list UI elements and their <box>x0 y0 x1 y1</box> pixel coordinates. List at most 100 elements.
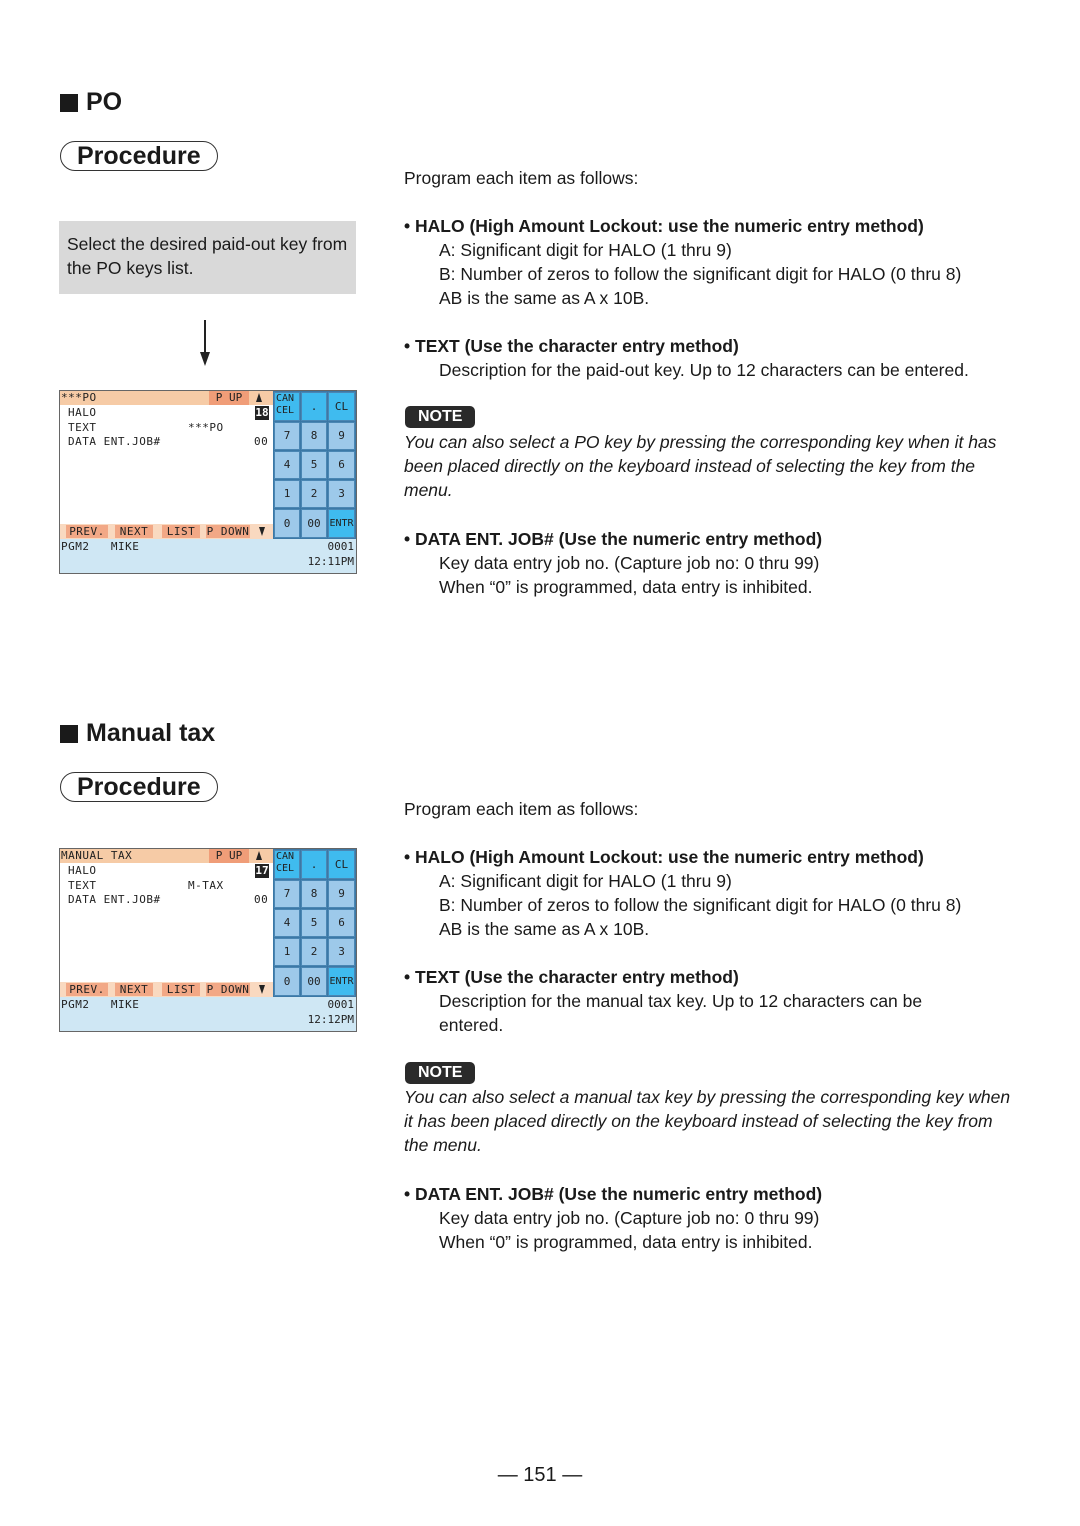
key-8[interactable]: 8 <box>301 880 327 908</box>
key-9[interactable]: 9 <box>328 880 355 908</box>
key-0[interactable]: 0 <box>274 509 300 538</box>
step-instruction-box: Select the desired paid-out key from the… <box>59 221 356 294</box>
section-title-text: Manual tax <box>86 719 216 747</box>
key-7[interactable]: 7 <box>274 880 300 908</box>
section-title-manual-tax: Manual tax <box>60 719 215 748</box>
item-line: B: Number of zeros to follow the signifi… <box>439 895 962 915</box>
screen-status-bar: PGM2 MIKE 0001 12:12PM <box>60 997 356 1031</box>
item-line: Description for the paid-out key. Up to … <box>439 360 969 380</box>
page-number: — 151 — <box>497 1464 583 1486</box>
item-heading: • HALO (High Amount Lockout: use the num… <box>404 216 924 236</box>
intro-text: Program each item as follows: <box>404 799 639 819</box>
decimal-key[interactable]: . <box>301 392 327 421</box>
section-title-po: PO <box>60 88 122 117</box>
row-label-halo[interactable]: HALO <box>68 406 97 420</box>
prev-button[interactable]: PREV. <box>66 983 108 996</box>
row-value-data-ent-job[interactable]: 00 <box>254 435 268 449</box>
status-mode-clerk: PGM2 MIKE <box>61 998 140 1011</box>
row-label-data-ent-job[interactable]: DATA ENT.JOB# <box>68 893 161 907</box>
status-code: 0001 <box>327 540 355 553</box>
arrow-down-icon <box>200 352 210 366</box>
enter-key[interactable]: ENTR <box>328 967 355 996</box>
decimal-key[interactable]: . <box>301 850 327 879</box>
list-button[interactable]: LIST <box>162 525 200 538</box>
item-heading-text: HALO (High Amount Lockout: use the numer… <box>415 216 924 236</box>
clear-key[interactable]: CL <box>328 392 355 421</box>
page-down-button[interactable]: P DOWN <box>206 983 250 996</box>
row-label-text[interactable]: TEXT <box>68 421 97 435</box>
clear-key[interactable]: CL <box>328 850 355 879</box>
item-heading-text: DATA ENT. JOB# (Use the numeric entry me… <box>415 529 823 549</box>
next-button[interactable]: NEXT <box>115 525 153 538</box>
intro-text: Program each item as follows: <box>404 168 639 188</box>
key-5[interactable]: 5 <box>301 909 327 937</box>
item-line: When “0” is programmed, data entry is in… <box>439 577 813 597</box>
key-3[interactable]: 3 <box>328 938 355 966</box>
row-label-text[interactable]: TEXT <box>68 879 97 893</box>
key-3[interactable]: 3 <box>328 480 355 508</box>
note-text: You can also select a manual tax key by … <box>404 1087 1011 1155</box>
row-value-text[interactable]: M-TAX <box>188 879 224 893</box>
key-0[interactable]: 0 <box>274 967 300 996</box>
page-down-button[interactable]: P DOWN <box>206 525 250 538</box>
item-line: Description for the manual tax key. Up t… <box>439 991 923 1011</box>
note-text: You can also select a PO key by pressing… <box>404 432 997 500</box>
next-button[interactable]: NEXT <box>115 983 153 996</box>
item-heading: • TEXT (Use the character entry method) <box>404 336 739 356</box>
note-badge: NOTE <box>405 406 476 428</box>
screen-bottom-bar: PREV. NEXT LIST P DOWN <box>60 524 273 539</box>
key-5[interactable]: 5 <box>301 451 327 479</box>
page-up-button[interactable]: P UP <box>209 391 249 405</box>
item-line: When “0” is programmed, data entry is in… <box>439 1232 813 1252</box>
row-value-text[interactable]: ***PO <box>188 421 224 435</box>
key-2[interactable]: 2 <box>301 938 327 966</box>
section-square-icon <box>60 724 78 743</box>
cancel-key[interactable]: CAN CEL <box>274 392 300 421</box>
item-line: AB is the same as A x 10B. <box>439 288 650 308</box>
item-heading: • TEXT (Use the character entry method) <box>404 967 739 987</box>
row-label-data-ent-job[interactable]: DATA ENT.JOB# <box>68 435 161 449</box>
item-text: • TEXT (Use the character entry method) … <box>404 965 1044 1037</box>
key-00[interactable]: 00 <box>301 967 327 996</box>
row-label-halo[interactable]: HALO <box>68 864 97 878</box>
row-value-data-ent-job[interactable]: 00 <box>254 893 268 907</box>
key-6[interactable]: 6 <box>328 451 355 479</box>
key-00[interactable]: 00 <box>301 509 327 538</box>
scroll-down-icon[interactable] <box>259 985 265 994</box>
page-up-button[interactable]: P UP <box>209 849 249 863</box>
key-8[interactable]: 8 <box>301 422 327 450</box>
key-1[interactable]: 1 <box>274 938 300 966</box>
flow-arrow-line <box>204 320 206 354</box>
enter-key[interactable]: ENTR <box>328 509 355 538</box>
key-4[interactable]: 4 <box>274 451 300 479</box>
key-2[interactable]: 2 <box>301 480 327 508</box>
key-9[interactable]: 9 <box>328 422 355 450</box>
item-line: entered. <box>439 1015 504 1035</box>
cancel-key[interactable]: CAN CEL <box>274 850 300 879</box>
key-1[interactable]: 1 <box>274 480 300 508</box>
item-line: Key data entry job no. (Capture job no: … <box>439 553 820 573</box>
status-time: 12:11PM <box>307 555 354 568</box>
item-data-ent-job: • DATA ENT. JOB# (Use the numeric entry … <box>404 527 1044 599</box>
row-value-halo[interactable]: 18 <box>255 406 269 420</box>
row-value-halo[interactable]: 17 <box>255 864 269 878</box>
key-7[interactable]: 7 <box>274 422 300 450</box>
prev-button[interactable]: PREV. <box>66 525 108 538</box>
item-heading-text: DATA ENT. JOB# (Use the numeric entry me… <box>415 1184 823 1204</box>
screen-title: MANUAL TAX <box>61 849 133 862</box>
section-square-icon <box>60 93 78 112</box>
scroll-up-icon[interactable] <box>256 851 262 860</box>
key-6[interactable]: 6 <box>328 909 355 937</box>
list-button[interactable]: LIST <box>162 983 200 996</box>
item-heading: • DATA ENT. JOB# (Use the numeric entry … <box>404 529 823 549</box>
scroll-up-icon[interactable] <box>256 393 262 402</box>
item-line: Key data entry job no. (Capture job no: … <box>439 1208 820 1228</box>
key-4[interactable]: 4 <box>274 909 300 937</box>
item-line: A: Significant digit for HALO (1 thru 9) <box>439 871 732 891</box>
procedure-label: Procedure <box>60 772 218 802</box>
screen-status-bar: PGM2 MIKE 0001 12:11PM <box>60 539 356 573</box>
item-halo: • HALO (High Amount Lockout: use the num… <box>404 214 1044 310</box>
item-heading-text: TEXT (Use the character entry method) <box>415 967 739 987</box>
status-time: 12:12PM <box>307 1013 354 1026</box>
scroll-down-icon[interactable] <box>259 527 265 536</box>
